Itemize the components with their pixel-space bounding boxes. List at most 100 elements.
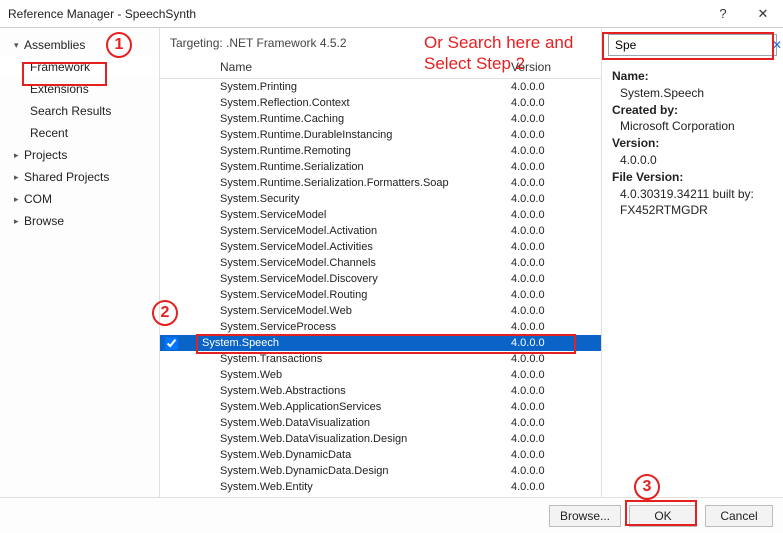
assembly-row[interactable]: System.Reflection.Context4.0.0.0 xyxy=(160,95,601,111)
row-name: System.ServiceModel.Routing xyxy=(180,287,511,303)
assembly-row[interactable]: System.Web.DynamicData4.0.0.0 xyxy=(160,447,601,463)
detail-created-label: Created by: xyxy=(612,103,678,117)
row-name: System.ServiceModel.Discovery xyxy=(180,271,511,287)
row-name: System.Runtime.Remoting xyxy=(180,143,511,159)
row-name: System.Runtime.DurableInstancing xyxy=(180,127,511,143)
row-version: 4.0.0.0 xyxy=(511,367,601,383)
row-version: 4.0.0.0 xyxy=(511,239,601,255)
title-bar: Reference Manager - SpeechSynth ? ✕ xyxy=(0,0,783,28)
assembly-row[interactable]: System.Printing4.0.0.0 xyxy=(160,79,601,95)
sidebar-item-recent[interactable]: Recent xyxy=(0,122,159,144)
assembly-row[interactable]: System.Web4.0.0.0 xyxy=(160,367,601,383)
row-version: 4.0.0.0 xyxy=(511,79,601,95)
row-name: System.ServiceModel xyxy=(180,207,511,223)
sidebar-label: Assemblies xyxy=(24,38,85,52)
assembly-row[interactable]: System.Web.Entity4.0.0.0 xyxy=(160,479,601,495)
row-version: 4.0.0.0 xyxy=(511,479,601,495)
detail-version-value: 4.0.0.0 xyxy=(612,152,773,169)
row-name: System.ServiceModel.Activation xyxy=(180,223,511,239)
sidebar-label: Search Results xyxy=(30,104,111,118)
row-version: 4.0.0.0 xyxy=(511,431,601,447)
chevron-right-icon: ▸ xyxy=(14,216,24,227)
column-headers: Name Version xyxy=(160,56,601,79)
assembly-row[interactable]: System.Web.DataVisualization.Design4.0.0… xyxy=(160,431,601,447)
assembly-row[interactable]: System.ServiceModel4.0.0.0 xyxy=(160,207,601,223)
detail-created-value: Microsoft Corporation xyxy=(612,118,773,135)
assembly-row[interactable]: System.Transactions4.0.0.0 xyxy=(160,351,601,367)
row-name: System.ServiceModel.Activities xyxy=(180,239,511,255)
detail-name-label: Name: xyxy=(612,69,649,83)
row-version: 4.0.0.0 xyxy=(511,463,601,479)
detail-filever-value: 4.0.30319.34211 built by: FX452RTMGDR xyxy=(612,186,773,220)
row-version: 4.0.0.0 xyxy=(511,191,601,207)
row-version: 4.0.0.0 xyxy=(511,207,601,223)
row-version: 4.0.0.0 xyxy=(511,255,601,271)
assembly-row[interactable]: System.ServiceModel.Activation4.0.0.0 xyxy=(160,223,601,239)
assembly-row[interactable]: System.Runtime.Serialization.Formatters.… xyxy=(160,175,601,191)
row-version: 4.0.0.0 xyxy=(511,351,601,367)
assembly-row[interactable]: System.Web.ApplicationServices4.0.0.0 xyxy=(160,399,601,415)
sidebar-item-extensions[interactable]: Extensions xyxy=(0,78,159,100)
details-pane: ✕ Name: System.Speech Created by: Micros… xyxy=(601,28,783,497)
search-box[interactable]: ✕ xyxy=(608,34,777,56)
row-checkbox[interactable] xyxy=(162,337,180,350)
row-name: System.Speech xyxy=(180,335,511,351)
row-version: 4.0.0.0 xyxy=(511,383,601,399)
assembly-row[interactable]: System.Speech4.0.0.0 xyxy=(160,335,601,351)
row-name: System.Security xyxy=(180,191,511,207)
assembly-row[interactable]: System.Runtime.Serialization4.0.0.0 xyxy=(160,159,601,175)
sidebar-group-browse[interactable]: ▸ Browse xyxy=(0,210,159,232)
sidebar-label: Extensions xyxy=(30,82,89,96)
assembly-row[interactable]: System.ServiceModel.Routing4.0.0.0 xyxy=(160,287,601,303)
ok-button[interactable]: OK xyxy=(629,505,697,527)
assembly-row[interactable]: System.ServiceModel.Discovery4.0.0.0 xyxy=(160,271,601,287)
sidebar-label: Projects xyxy=(24,148,67,162)
assembly-row[interactable]: System.Web.DynamicData.Design4.0.0.0 xyxy=(160,463,601,479)
row-name: System.Web.Abstractions xyxy=(180,383,511,399)
chevron-right-icon: ▸ xyxy=(14,172,24,183)
row-version: 4.0.0.0 xyxy=(511,127,601,143)
assembly-list-pane: Targeting: .NET Framework 4.5.2 Name Ver… xyxy=(160,28,601,497)
detail-version-label: Version: xyxy=(612,136,659,150)
sidebar-item-search-results[interactable]: Search Results xyxy=(0,100,159,122)
assembly-row[interactable]: System.ServiceModel.Web4.0.0.0 xyxy=(160,303,601,319)
checkbox[interactable] xyxy=(165,337,178,350)
sidebar-group-assemblies[interactable]: ▾ Assemblies xyxy=(0,34,159,56)
sidebar-group-com[interactable]: ▸ COM xyxy=(0,188,159,210)
assembly-row[interactable]: System.Runtime.DurableInstancing4.0.0.0 xyxy=(160,127,601,143)
row-name: System.Printing xyxy=(180,79,511,95)
assembly-list[interactable]: System.Printing4.0.0.0System.Reflection.… xyxy=(160,79,601,497)
clear-search-icon[interactable]: ✕ xyxy=(772,38,782,52)
sidebar-group-projects[interactable]: ▸ Projects xyxy=(0,144,159,166)
search-input[interactable] xyxy=(613,37,772,53)
assembly-row[interactable]: System.Security4.0.0.0 xyxy=(160,191,601,207)
column-name[interactable]: Name xyxy=(220,60,511,74)
assembly-row[interactable]: System.Web.Abstractions4.0.0.0 xyxy=(160,383,601,399)
assembly-row[interactable]: System.ServiceModel.Activities4.0.0.0 xyxy=(160,239,601,255)
targeting-label: Targeting: .NET Framework 4.5.2 xyxy=(160,28,601,56)
sidebar-label: COM xyxy=(24,192,52,206)
sidebar-group-shared-projects[interactable]: ▸ Shared Projects xyxy=(0,166,159,188)
chevron-right-icon: ▸ xyxy=(14,194,24,205)
window-title: Reference Manager - SpeechSynth xyxy=(8,7,703,21)
sidebar-label: Browse xyxy=(24,214,64,228)
assembly-row[interactable]: System.Runtime.Caching4.0.0.0 xyxy=(160,111,601,127)
assembly-row[interactable]: System.Runtime.Remoting4.0.0.0 xyxy=(160,143,601,159)
assembly-row[interactable]: System.ServiceModel.Channels4.0.0.0 xyxy=(160,255,601,271)
row-name: System.Transactions xyxy=(180,351,511,367)
assembly-row[interactable]: System.Web.DataVisualization4.0.0.0 xyxy=(160,415,601,431)
browse-button[interactable]: Browse... xyxy=(549,505,621,527)
row-version: 4.0.0.0 xyxy=(511,447,601,463)
row-version: 4.0.0.0 xyxy=(511,415,601,431)
row-name: System.Runtime.Serialization xyxy=(180,159,511,175)
column-version[interactable]: Version xyxy=(511,60,601,74)
row-name: System.Reflection.Context xyxy=(180,95,511,111)
close-button[interactable]: ✕ xyxy=(743,0,783,28)
row-version: 4.0.0.0 xyxy=(511,271,601,287)
help-button[interactable]: ? xyxy=(703,0,743,28)
assembly-row[interactable]: System.ServiceProcess4.0.0.0 xyxy=(160,319,601,335)
detail-filever-label: File Version: xyxy=(612,170,683,184)
sidebar-item-framework[interactable]: Framework xyxy=(0,56,159,78)
row-version: 4.0.0.0 xyxy=(511,303,601,319)
cancel-button[interactable]: Cancel xyxy=(705,505,773,527)
